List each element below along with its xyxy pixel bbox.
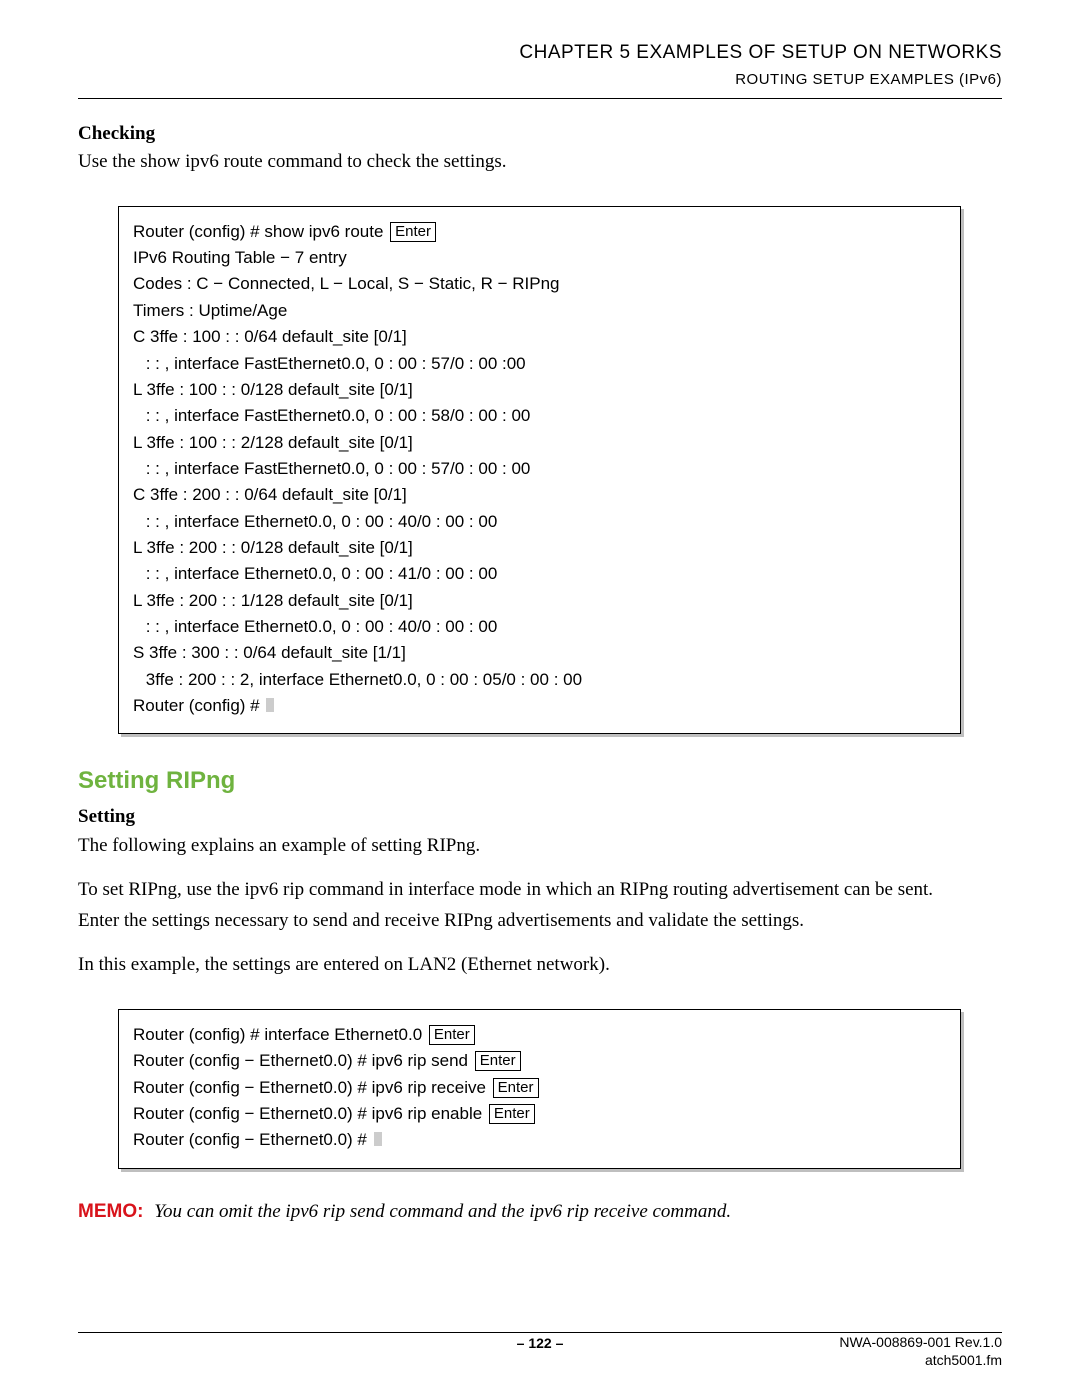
code-text: Router (config) # interface Ethernet0.0 — [133, 1025, 427, 1044]
code-line: : : , interface FastEthernet0.0, 0 : 00 … — [133, 351, 946, 377]
page-number: – 122 – — [517, 1334, 564, 1354]
chapter-subtitle: ROUTING SETUP EXAMPLES (IPv6) — [78, 69, 1002, 90]
header-rule — [78, 98, 1002, 99]
code-line: : : , interface Ethernet0.0, 0 : 00 : 40… — [133, 509, 946, 535]
code-box-ripng: Router (config) # interface Ethernet0.0 … — [118, 1009, 961, 1169]
code-line: L 3ffe : 100 : : 2/128 default_site [0/1… — [133, 430, 946, 456]
code-line: 3ffe : 200 : : 2, interface Ethernet0.0,… — [133, 667, 946, 693]
enter-key-icon: Enter — [489, 1104, 535, 1124]
code-line: : : , interface Ethernet0.0, 0 : 00 : 40… — [133, 614, 946, 640]
setting-p1: The following explains an example of set… — [78, 833, 1002, 860]
code-line: : : , interface FastEthernet0.0, 0 : 00 … — [133, 403, 946, 429]
footer-rule — [78, 1332, 1002, 1333]
enter-key-icon: Enter — [390, 222, 436, 242]
code-line: L 3ffe : 200 : : 0/128 default_site [0/1… — [133, 535, 946, 561]
checking-text: Use the show ipv6 route command to check… — [78, 149, 1002, 176]
code-text: Router (config − Ethernet0.0) # ipv6 rip… — [133, 1104, 487, 1123]
code-text: Router (config − Ethernet0.0) # ipv6 rip… — [133, 1051, 473, 1070]
checking-heading: Checking — [78, 121, 1002, 148]
doc-file: atch5001.fm — [839, 1352, 1002, 1370]
code-line: Router (config − Ethernet0.0) # ipv6 rip… — [133, 1101, 946, 1127]
code-line: Router (config − Ethernet0.0) # ipv6 rip… — [133, 1048, 946, 1074]
code-line: Router (config) # show ipv6 route Enter — [133, 219, 946, 245]
code-line: IPv6 Routing Table − 7 entry — [133, 245, 946, 271]
cursor-icon — [374, 1132, 382, 1146]
doc-revision: NWA-008869-001 Rev.1.0 — [839, 1334, 1002, 1352]
section-heading-ripng: Setting RIPng — [78, 764, 1002, 798]
footer-meta: NWA-008869-001 Rev.1.0 atch5001.fm — [839, 1334, 1002, 1369]
code-line: C 3ffe : 200 : : 0/64 default_site [0/1] — [133, 482, 946, 508]
code-line: Router (config − Ethernet0.0) # ipv6 rip… — [133, 1075, 946, 1101]
code-prompt: Router (config) # — [133, 696, 264, 715]
setting-p4: In this example, the settings are entere… — [78, 952, 1002, 979]
enter-key-icon: Enter — [475, 1051, 521, 1071]
page-footer: – 122 – NWA-008869-001 Rev.1.0 atch5001.… — [78, 1334, 1002, 1369]
enter-key-icon: Enter — [429, 1025, 475, 1045]
page-header: CHAPTER 5 EXAMPLES OF SETUP ON NETWORKS … — [78, 40, 1002, 90]
chapter-title: CHAPTER 5 EXAMPLES OF SETUP ON NETWORKS — [78, 40, 1002, 67]
code-line: L 3ffe : 100 : : 0/128 default_site [0/1… — [133, 377, 946, 403]
memo-label: MEMO: — [78, 1201, 143, 1222]
code-box-show-route: Router (config) # show ipv6 route Enter … — [118, 206, 961, 735]
code-line: : : , interface FastEthernet0.0, 0 : 00 … — [133, 456, 946, 482]
setting-heading: Setting — [78, 804, 1002, 831]
memo-block: MEMO: You can omit the ipv6 rip send com… — [78, 1199, 1002, 1226]
code-line: Timers : Uptime/Age — [133, 298, 946, 324]
code-line: Router (config) # interface Ethernet0.0 … — [133, 1022, 946, 1048]
code-line: Router (config − Ethernet0.0) # — [133, 1127, 946, 1153]
code-prompt: Router (config − Ethernet0.0) # — [133, 1130, 372, 1149]
code-line: S 3ffe : 300 : : 0/64 default_site [1/1] — [133, 640, 946, 666]
code-line: C 3ffe : 100 : : 0/64 default_site [0/1] — [133, 324, 946, 350]
code-line: Codes : C − Connected, L − Local, S − St… — [133, 271, 946, 297]
code-line: : : , interface Ethernet0.0, 0 : 00 : 41… — [133, 561, 946, 587]
cursor-icon — [266, 698, 274, 712]
memo-text: You can omit the ipv6 rip send command a… — [154, 1201, 731, 1222]
setting-p2: To set RIPng, use the ipv6 rip command i… — [78, 877, 1002, 904]
setting-p3: Enter the settings necessary to send and… — [78, 908, 1002, 935]
code-line: Router (config) # — [133, 693, 946, 719]
code-line: L 3ffe : 200 : : 1/128 default_site [0/1… — [133, 588, 946, 614]
code-text: Router (config − Ethernet0.0) # ipv6 rip… — [133, 1078, 491, 1097]
enter-key-icon: Enter — [493, 1078, 539, 1098]
code-text: Router (config) # show ipv6 route — [133, 222, 388, 241]
